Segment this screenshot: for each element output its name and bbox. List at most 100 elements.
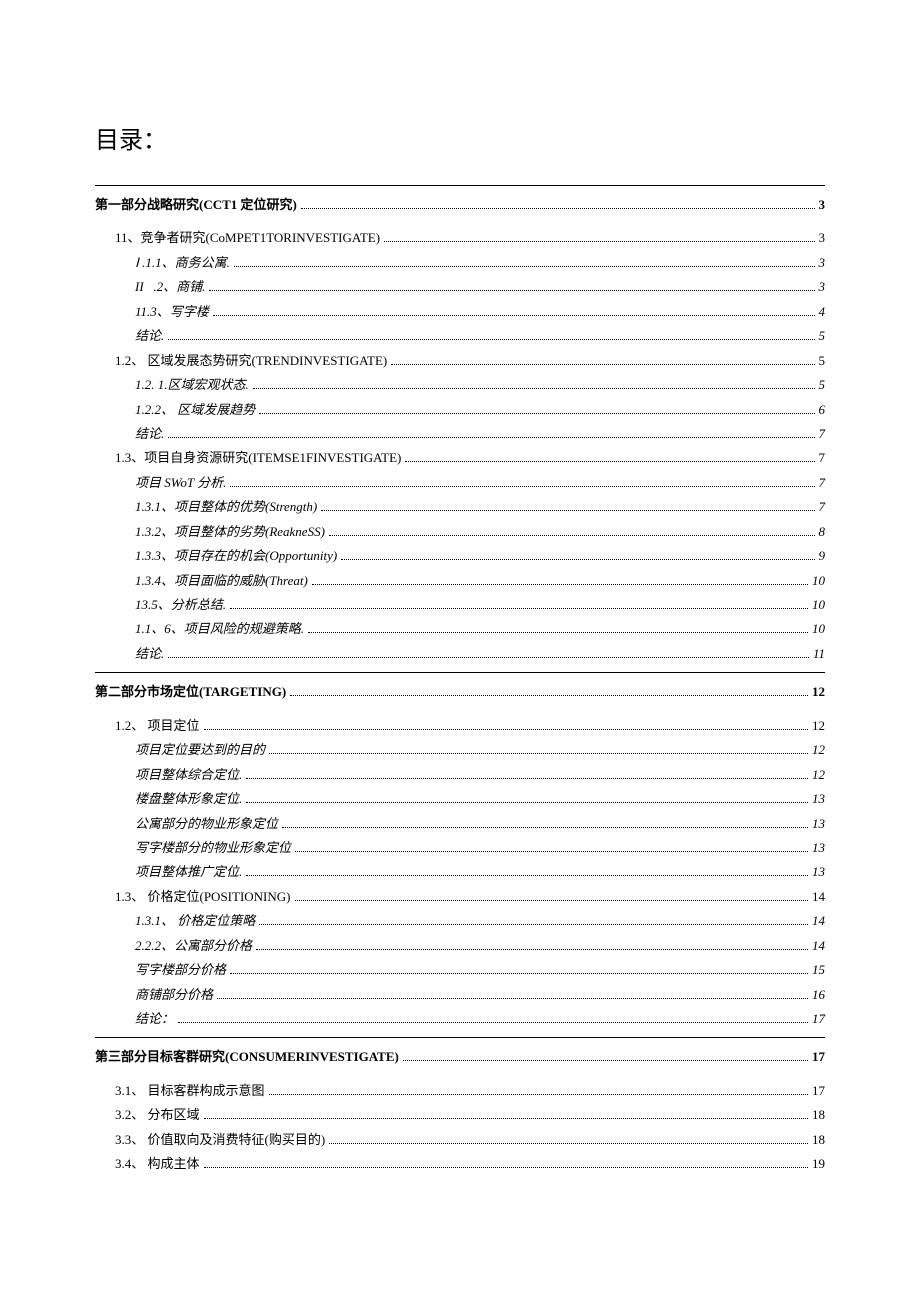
toc-entry: 第二部分市场定位(TARGETING) 12 (95, 681, 825, 702)
toc-entry: 第一部分战略研究(CCT1 定位研究) 3 (95, 194, 825, 215)
toc-leader-dots (178, 1013, 808, 1023)
toc-entry: 商铺部分价格16 (135, 984, 825, 1005)
toc-entry-page: 5 (819, 350, 826, 371)
toc-entry: 13.5、分析总结.10 (135, 594, 825, 615)
toc-entry-label: 结论. (135, 325, 164, 346)
toc-leader-dots (209, 281, 814, 291)
toc-entry: 1.2、 项目定位 12 (115, 715, 825, 736)
toc-leader-dots (403, 1051, 808, 1061)
toc-entry-label: 1.3.1、 价格定位策略 (135, 910, 255, 931)
toc-leader-dots (246, 866, 808, 876)
toc-entry-page: 17 (812, 1080, 825, 1101)
toc-entry-page: 10 (812, 618, 825, 639)
toc-entry-page: 14 (812, 935, 825, 956)
toc-entry-page: 10 (812, 570, 825, 591)
toc-entry-label: 1.3、项目自身资源研究(ITEMSE1FINVESTIGATE) (115, 447, 401, 468)
toc-entry-page: 12 (812, 715, 825, 736)
toc-leader-dots (301, 199, 815, 209)
toc-entry-label: 写字楼部分的物业形象定位 (135, 837, 291, 858)
toc-entry-page: 4 (819, 301, 826, 322)
toc-entry-label: 3.2、 分布区域 (115, 1104, 200, 1125)
toc-entry-label: 第二部分市场定位(TARGETING) (95, 681, 286, 702)
toc-leader-dots (256, 939, 808, 949)
toc-entry-page: 13 (812, 813, 825, 834)
toc-entry-label: 结论. (135, 423, 164, 444)
toc-entry-label: 第三部分目标客群研究(CONSUMERINVESTIGATE) (95, 1046, 399, 1067)
toc-leader-dots (312, 574, 808, 584)
toc-entry-page: 12 (812, 681, 825, 702)
toc-entry-page: 7 (819, 447, 826, 468)
toc-entry-label: 3.1、 目标客群构成示意图 (115, 1080, 265, 1101)
toc-leader-dots (295, 842, 808, 852)
toc-leader-dots (329, 1133, 808, 1143)
toc-entry: 1.3.4、项目面临的威胁(Threat) 10 (135, 570, 825, 591)
toc-entry: 楼盘整体形象定位.13 (135, 788, 825, 809)
toc-entry-label: 11、竞争者研究(CoMPET1TORINVESTIGATE) (115, 227, 380, 248)
toc-container: 第一部分战略研究(CCT1 定位研究) 3 11、竞争者研究(CoMPET1TORI… (95, 185, 825, 1175)
toc-entry-label: Ⅰ .1.1、商务公寓. (135, 252, 230, 273)
toc-leader-dots (259, 403, 814, 413)
toc-leader-dots (168, 428, 814, 438)
toc-entry-page: 3 (819, 194, 826, 215)
toc-entry: 1.3.3、项目存在的机会(Opportunity)9 (135, 545, 825, 566)
toc-leader-dots (269, 744, 808, 754)
toc-entry-label: 写字楼部分价格 (135, 959, 226, 980)
toc-title: 目录： (95, 120, 825, 155)
toc-entry: 项目整体综合定位.12 (135, 764, 825, 785)
toc-leader-dots (282, 817, 808, 827)
toc-entry: 第三部分目标客群研究(CONSUMERINVESTIGATE)17 (95, 1046, 825, 1067)
toc-entry-label: 1.2.2、 区域发展趋势 (135, 399, 255, 420)
toc-entry-label: 项目整体综合定位. (135, 764, 242, 785)
toc-entry-label: 结论： (135, 1008, 174, 1029)
toc-entry-label: 楼盘整体形象定位. (135, 788, 242, 809)
toc-leader-dots (321, 501, 814, 511)
toc-entry-label: 3.4、 构成主体 (115, 1153, 200, 1174)
toc-leader-dots (295, 890, 809, 900)
toc-entry-page: 6 (819, 399, 826, 420)
toc-entry: 1.3、 价格定位(POSITIONING)14 (115, 886, 825, 907)
toc-leader-dots (230, 964, 808, 974)
toc-entry-label: 1.2. 1.区域宏观状态. (135, 374, 249, 395)
toc-entry: 结论.7 (135, 423, 825, 444)
toc-entry: 3.4、 构成主体 19 (115, 1153, 825, 1174)
toc-entry: 写字楼部分价格 15 (135, 959, 825, 980)
toc-leader-dots (246, 793, 808, 803)
toc-entry: 结论：17 (135, 1008, 825, 1029)
toc-leader-dots (230, 599, 808, 609)
toc-entry: 3.2、 分布区域 18 (115, 1104, 825, 1125)
toc-entry: 写字楼部分的物业形象定位13 (135, 837, 825, 858)
toc-entry-page: 19 (812, 1153, 825, 1174)
toc-entry-label: 项目 SWoT 分析. (135, 472, 226, 493)
toc-entry-page: 5 (819, 374, 826, 395)
toc-entry: Ⅰ .1.1、商务公寓.3 (135, 252, 825, 273)
toc-entry-page: 13 (812, 861, 825, 882)
toc-entry: 3.3、 价值取向及消费特征(购买目的)18 (115, 1129, 825, 1150)
toc-entry-label: 1.3.4、项目面临的威胁(Threat) (135, 570, 308, 591)
toc-entry-page: 16 (812, 984, 825, 1005)
toc-entry-label: 公寓部分的物业形象定位 (135, 813, 278, 834)
toc-entry-label: 1.2、 区域发展态势研究(TRENDINVESTIGATE) (115, 350, 387, 371)
toc-entry: 1.3、项目自身资源研究(ITEMSE1FINVESTIGATE) 7 (115, 447, 825, 468)
toc-entry-page: 15 (812, 959, 825, 980)
toc-entry-page: 8 (819, 521, 826, 542)
toc-entry-label: 1.1、6、项目风险的规避策略. (135, 618, 304, 639)
toc-entry-label: 第一部分战略研究(CCT1 定位研究) (95, 194, 297, 215)
toc-entry: 3.1、 目标客群构成示意图 17 (115, 1080, 825, 1101)
toc-leader-dots (308, 623, 808, 633)
toc-entry: 1.2. 1.区域宏观状态. 5 (135, 374, 825, 395)
toc-entry: 11.3、写字楼4 (135, 301, 825, 322)
toc-entry-label: 1.2、 项目定位 (115, 715, 200, 736)
toc-entry-label: 3.3、 价值取向及消费特征(购买目的) (115, 1129, 325, 1150)
toc-entry: 项目定位要达到的目的12 (135, 739, 825, 760)
toc-entry: 11、竞争者研究(CoMPET1TORINVESTIGATE)3 (115, 227, 825, 248)
section-divider (95, 1037, 825, 1038)
toc-leader-dots (259, 915, 808, 925)
toc-leader-dots (269, 1084, 808, 1094)
toc-entry: 项目整体推广定位.13 (135, 861, 825, 882)
toc-entry-label: 2.2.2、公寓部分价格 (135, 935, 252, 956)
toc-entry: 公寓部分的物业形象定位 13 (135, 813, 825, 834)
toc-leader-dots (384, 232, 814, 242)
toc-entry: 结论.5 (135, 325, 825, 346)
toc-leader-dots (234, 256, 815, 266)
toc-entry-page: 18 (812, 1104, 825, 1125)
